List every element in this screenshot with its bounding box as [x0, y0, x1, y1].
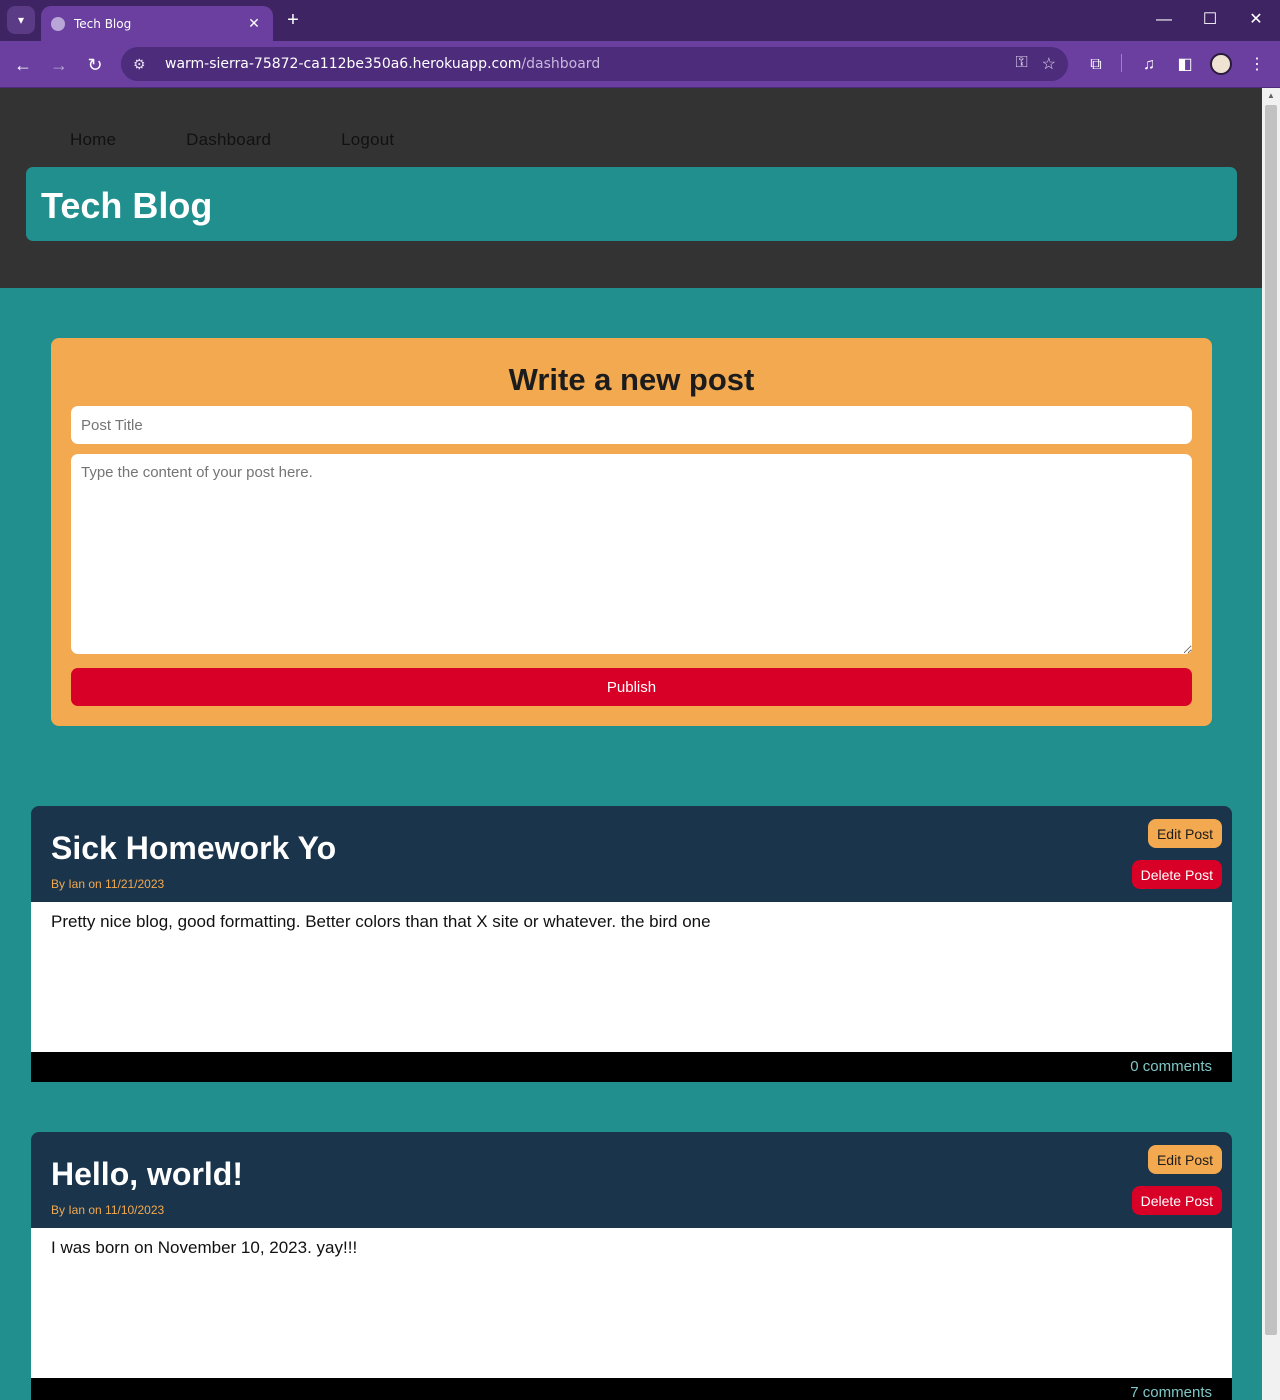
- extensions-icon[interactable]: ⧉: [1084, 53, 1108, 77]
- publish-button[interactable]: Publish: [71, 668, 1192, 706]
- browser-toolbar: ← → ↻ ⚙ warm-sierra-75872-ca112be350a6.h…: [0, 41, 1280, 88]
- site-title: Tech Blog: [41, 185, 213, 226]
- browser-tab-strip: ▾ Tech Blog ✕ + — ☐ ✕: [0, 0, 1280, 41]
- page-viewport: Home Dashboard Logout Tech Blog Write a …: [0, 88, 1262, 1400]
- brand-banner: Tech Blog: [26, 167, 1237, 241]
- post-title-input[interactable]: [71, 406, 1192, 444]
- post-meta: By Ian on 11/21/2023: [51, 877, 165, 891]
- tab-close-icon[interactable]: ✕: [245, 15, 263, 32]
- post-body: Pretty nice blog, good formatting. Bette…: [31, 902, 1232, 1052]
- scroll-up-icon[interactable]: ▲: [1262, 88, 1280, 104]
- edit-post-button[interactable]: Edit Post: [1147, 819, 1222, 848]
- post-footer: 7 comments: [31, 1378, 1232, 1400]
- maximize-button[interactable]: ☐: [1195, 6, 1225, 34]
- post-header: Hello, world! By Ian on 11/10/2023 Edit …: [31, 1132, 1232, 1228]
- delete-post-button[interactable]: Delete Post: [1131, 1186, 1222, 1215]
- scrollbar-thumb[interactable]: [1265, 105, 1277, 1335]
- post-title[interactable]: Hello, world!: [51, 1156, 243, 1193]
- url-host: warm-sierra-75872-ca112be350a6.herokuapp…: [165, 56, 522, 72]
- tab-title: Tech Blog: [74, 16, 132, 31]
- new-post-heading: Write a new post: [508, 362, 755, 397]
- globe-icon: [51, 16, 65, 31]
- post-footer: 0 comments: [31, 1052, 1232, 1082]
- nav-home-link[interactable]: Home: [70, 130, 116, 150]
- comments-link[interactable]: 7 comments: [1130, 1384, 1212, 1400]
- url-path: /dashboard: [521, 56, 601, 72]
- browser-tab[interactable]: Tech Blog ✕: [41, 6, 273, 41]
- media-icon[interactable]: ♫: [1137, 53, 1161, 77]
- menu-icon[interactable]: ⋮: [1245, 53, 1269, 77]
- site-info-icon[interactable]: ⚙: [133, 56, 153, 73]
- post-content-textarea[interactable]: [71, 454, 1192, 654]
- new-post-form: Write a new post Publish: [51, 338, 1212, 726]
- post-card: Hello, world! By Ian on 11/10/2023 Edit …: [31, 1132, 1232, 1400]
- reload-icon[interactable]: ↻: [82, 52, 108, 78]
- back-icon[interactable]: ←: [10, 52, 36, 78]
- nav-dashboard-link[interactable]: Dashboard: [186, 130, 271, 150]
- profile-avatar[interactable]: [1210, 53, 1232, 75]
- post-header: Sick Homework Yo By Ian on 11/21/2023 Ed…: [31, 806, 1232, 902]
- toolbar-divider: [1121, 54, 1122, 72]
- new-tab-button[interactable]: +: [282, 8, 304, 32]
- comments-link[interactable]: 0 comments: [1130, 1058, 1212, 1075]
- tab-search-icon[interactable]: ▾: [7, 6, 35, 34]
- post-meta: By Ian on 11/10/2023: [51, 1203, 165, 1217]
- post-card: Sick Homework Yo By Ian on 11/21/2023 Ed…: [31, 806, 1232, 1082]
- side-panel-icon[interactable]: ◧: [1173, 53, 1197, 77]
- post-body: I was born on November 10, 2023. yay!!!: [31, 1228, 1232, 1378]
- site-header: Home Dashboard Logout Tech Blog: [0, 88, 1262, 288]
- forward-icon[interactable]: →: [46, 52, 72, 78]
- post-title[interactable]: Sick Homework Yo: [51, 830, 336, 867]
- nav-logout-link[interactable]: Logout: [341, 130, 394, 150]
- delete-post-button[interactable]: Delete Post: [1131, 860, 1222, 889]
- close-window-button[interactable]: ✕: [1241, 6, 1271, 34]
- page-scrollbar[interactable]: ▲: [1262, 88, 1280, 1400]
- star-icon[interactable]: ☆: [1042, 54, 1056, 74]
- key-icon[interactable]: ⚿: [1015, 54, 1027, 74]
- minimize-button[interactable]: —: [1149, 6, 1179, 34]
- edit-post-button[interactable]: Edit Post: [1147, 1145, 1222, 1174]
- address-bar[interactable]: ⚙ warm-sierra-75872-ca112be350a6.herokua…: [121, 47, 1068, 81]
- site-nav: Home Dashboard Logout: [70, 130, 394, 150]
